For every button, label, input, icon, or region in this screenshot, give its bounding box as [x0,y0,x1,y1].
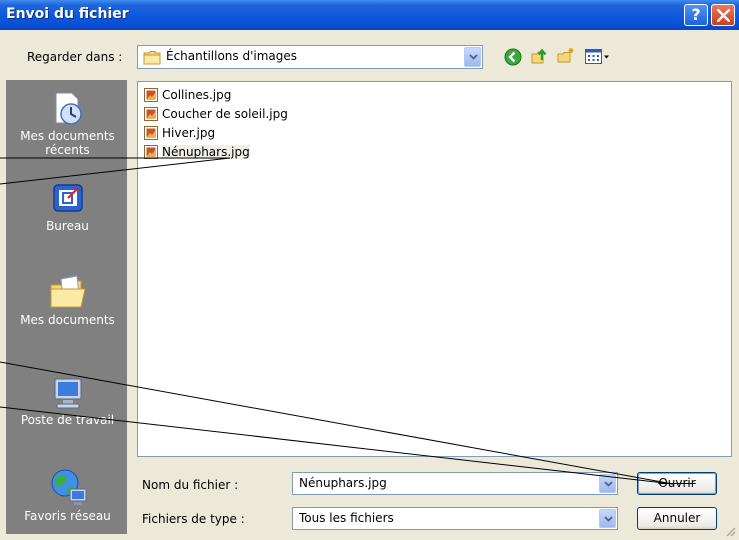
place-my-computer-label: Poste de travail [20,413,115,427]
filetype-combo[interactable]: Tous les fichiers [292,507,618,530]
place-recent-documents-label: Mes documents récents [20,129,115,157]
filename-input[interactable]: Nénuphars.jpg [299,476,387,490]
chevron-down-icon [604,516,613,522]
up-folder-icon[interactable] [530,46,550,66]
place-network-label: Favoris réseau [24,509,111,523]
place-desktop[interactable]: Bureau [7,179,128,233]
place-network[interactable]: Favoris réseau [7,465,128,523]
window-title: Envoi du fichier [6,6,129,22]
place-my-documents[interactable]: Mes documents [7,273,128,327]
jpg-file-icon [144,126,158,140]
chevron-down-icon [469,54,478,60]
close-icon [717,9,730,22]
resize-grip-icon[interactable] [724,525,736,537]
look-in-label: Regarder dans : [27,50,123,64]
look-in-combo[interactable]: Échantillons d'images [137,45,483,69]
filetype-dropdown-button[interactable] [599,509,616,528]
recent-documents-icon [55,92,82,125]
jpg-file-icon [144,145,158,159]
close-button[interactable] [711,4,735,26]
help-button[interactable]: ? [684,4,708,26]
file-name: Coucher de soleil.jpg [162,107,288,121]
folder-icon [143,51,161,65]
view-menu-icon[interactable] [584,47,612,67]
back-icon[interactable] [503,47,523,67]
open-button-label: Ouvrir [658,476,696,490]
open-button[interactable]: Ouvrir [637,472,717,495]
filename-combo[interactable]: Nénuphars.jpg [292,472,618,495]
place-my-documents-label: Mes documents [20,313,115,327]
cancel-button-label: Annuler [653,511,701,525]
look-in-dropdown-button[interactable] [464,47,481,67]
new-folder-icon[interactable] [556,46,576,66]
file-list[interactable]: Collines.jpg Coucher de soleil.jpg Hiver… [137,81,732,457]
my-documents-icon [50,275,86,308]
file-name: Nénuphars.jpg [162,145,250,159]
network-places-icon [51,469,86,505]
filename-label: Nom du fichier : [142,478,239,492]
chevron-down-icon [604,481,613,487]
jpg-file-icon [144,88,158,102]
file-name: Collines.jpg [162,88,232,102]
place-desktop-label: Bureau [46,219,89,233]
my-computer-icon [54,378,81,409]
cancel-button[interactable]: Annuler [637,507,717,530]
look-in-value: Échantillons d'images [166,49,298,63]
filetype-label: Fichiers de type : [142,512,245,526]
places-bar: Mes documents récents Bureau Mes documen… [6,80,127,534]
filename-dropdown-button[interactable] [599,474,616,493]
help-icon: ? [691,5,701,24]
file-upload-dialog: Envoi du fichier ? Regarder dans : Échan… [0,0,739,540]
desktop-icon [52,184,83,212]
file-name: Hiver.jpg [162,126,216,140]
jpg-file-icon [144,107,158,121]
place-recent-documents[interactable]: Mes documents récents [7,89,128,157]
place-my-computer[interactable]: Poste de travail [7,373,128,427]
title-bar[interactable]: Envoi du fichier ? [0,0,739,30]
filetype-value: Tous les fichiers [299,511,394,525]
